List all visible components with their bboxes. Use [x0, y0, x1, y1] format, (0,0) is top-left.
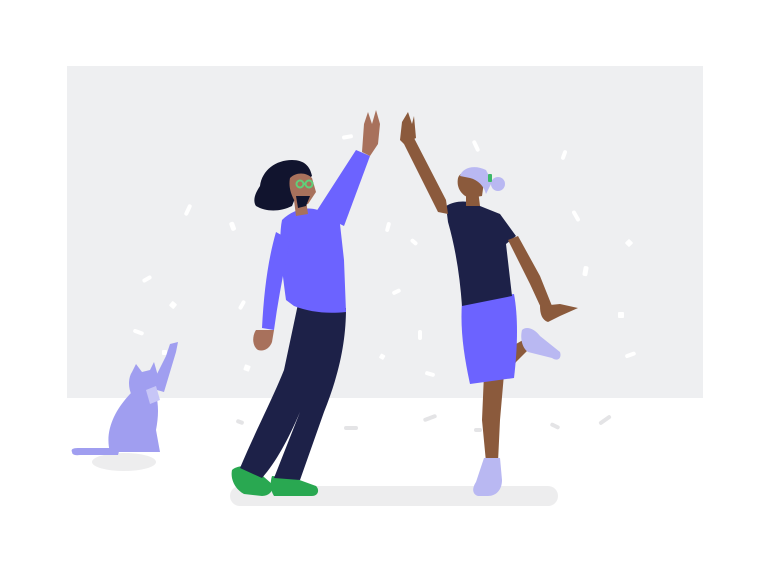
cat-shadow [92, 453, 156, 471]
illustration-stage [0, 0, 768, 576]
woman-hair-bun [491, 177, 505, 191]
woman-shorts [461, 294, 517, 384]
hair-tie-icon [488, 174, 492, 182]
woman-standing-shoe [473, 458, 502, 496]
backdrop-panel [67, 66, 703, 398]
woman-standing-leg [482, 374, 504, 462]
high-five-illustration [67, 66, 703, 506]
